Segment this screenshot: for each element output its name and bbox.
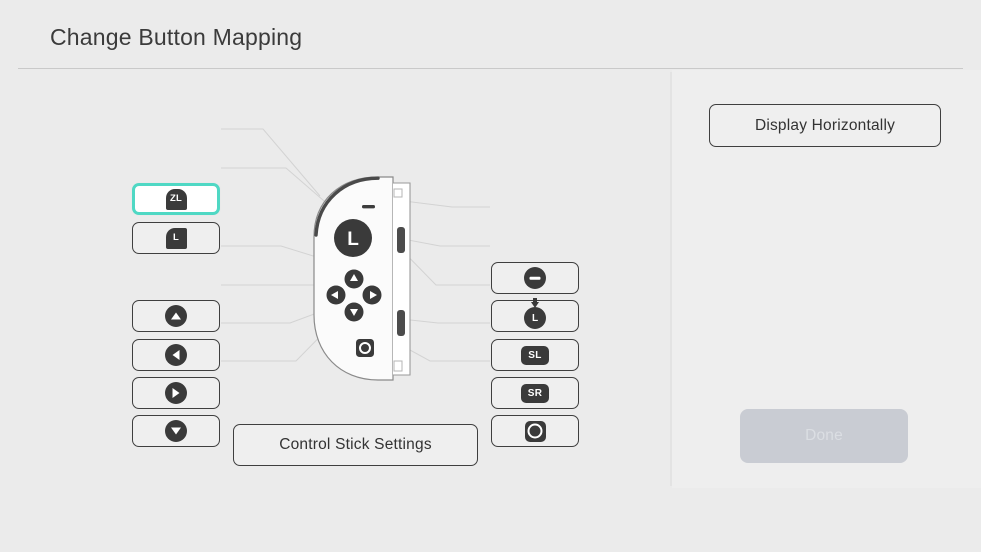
footer: B Back A OK [0,488,981,552]
mapping-button-dpad-left[interactable] [132,339,220,371]
joy-con-left-illustration: L [300,175,430,390]
mapping-button-zl[interactable]: ZL [132,183,220,215]
minus-glyph [524,267,546,289]
left-stick-press-glyph: L [523,298,547,329]
arrow-right-icon [172,388,180,398]
l-shoulder-glyph: L [165,227,187,249]
side-panel: Display Horizontally Done [672,70,981,488]
header: Change Button Mapping [0,0,981,70]
svg-text:L: L [347,229,359,250]
stick-ring-label: L [524,307,546,329]
mapping-button-minus[interactable] [491,262,579,294]
dpad-right-glyph [165,382,187,404]
sl-glyph: SL [521,345,549,365]
done-button[interactable]: Done [740,409,908,463]
display-horizontally-button[interactable]: Display Horizontally [709,104,941,147]
mapping-panel: ZL L L SL SR L Control Stick Settings [0,70,670,488]
mapping-button-stick-press[interactable]: L [491,298,579,332]
page-title: Change Button Mapping [50,24,303,50]
capture-glyph [524,420,546,442]
zl-shoulder-glyph: ZL [165,188,187,210]
mapping-button-dpad-up[interactable] [132,300,220,332]
mapping-button-dpad-down[interactable] [132,415,220,447]
mapping-button-capture[interactable] [491,415,579,447]
mapping-button-sl[interactable]: SL [491,339,579,371]
change-button-mapping-screen: Change Button Mapping ZL L L SL SR L Con… [0,0,981,552]
mapping-button-l[interactable]: L [132,222,220,254]
header-divider [18,68,963,69]
dpad-down-glyph [165,420,187,442]
arrow-left-icon [172,350,180,360]
control-stick-settings-button[interactable]: Control Stick Settings [233,424,478,466]
arrow-down-icon [171,427,181,435]
arrow-up-icon [171,312,181,320]
sr-glyph: SR [521,383,549,403]
dpad-left-glyph [165,344,187,366]
mapping-button-dpad-right[interactable] [132,377,220,409]
mapping-button-sr[interactable]: SR [491,377,579,409]
dpad-up-glyph [165,305,187,327]
